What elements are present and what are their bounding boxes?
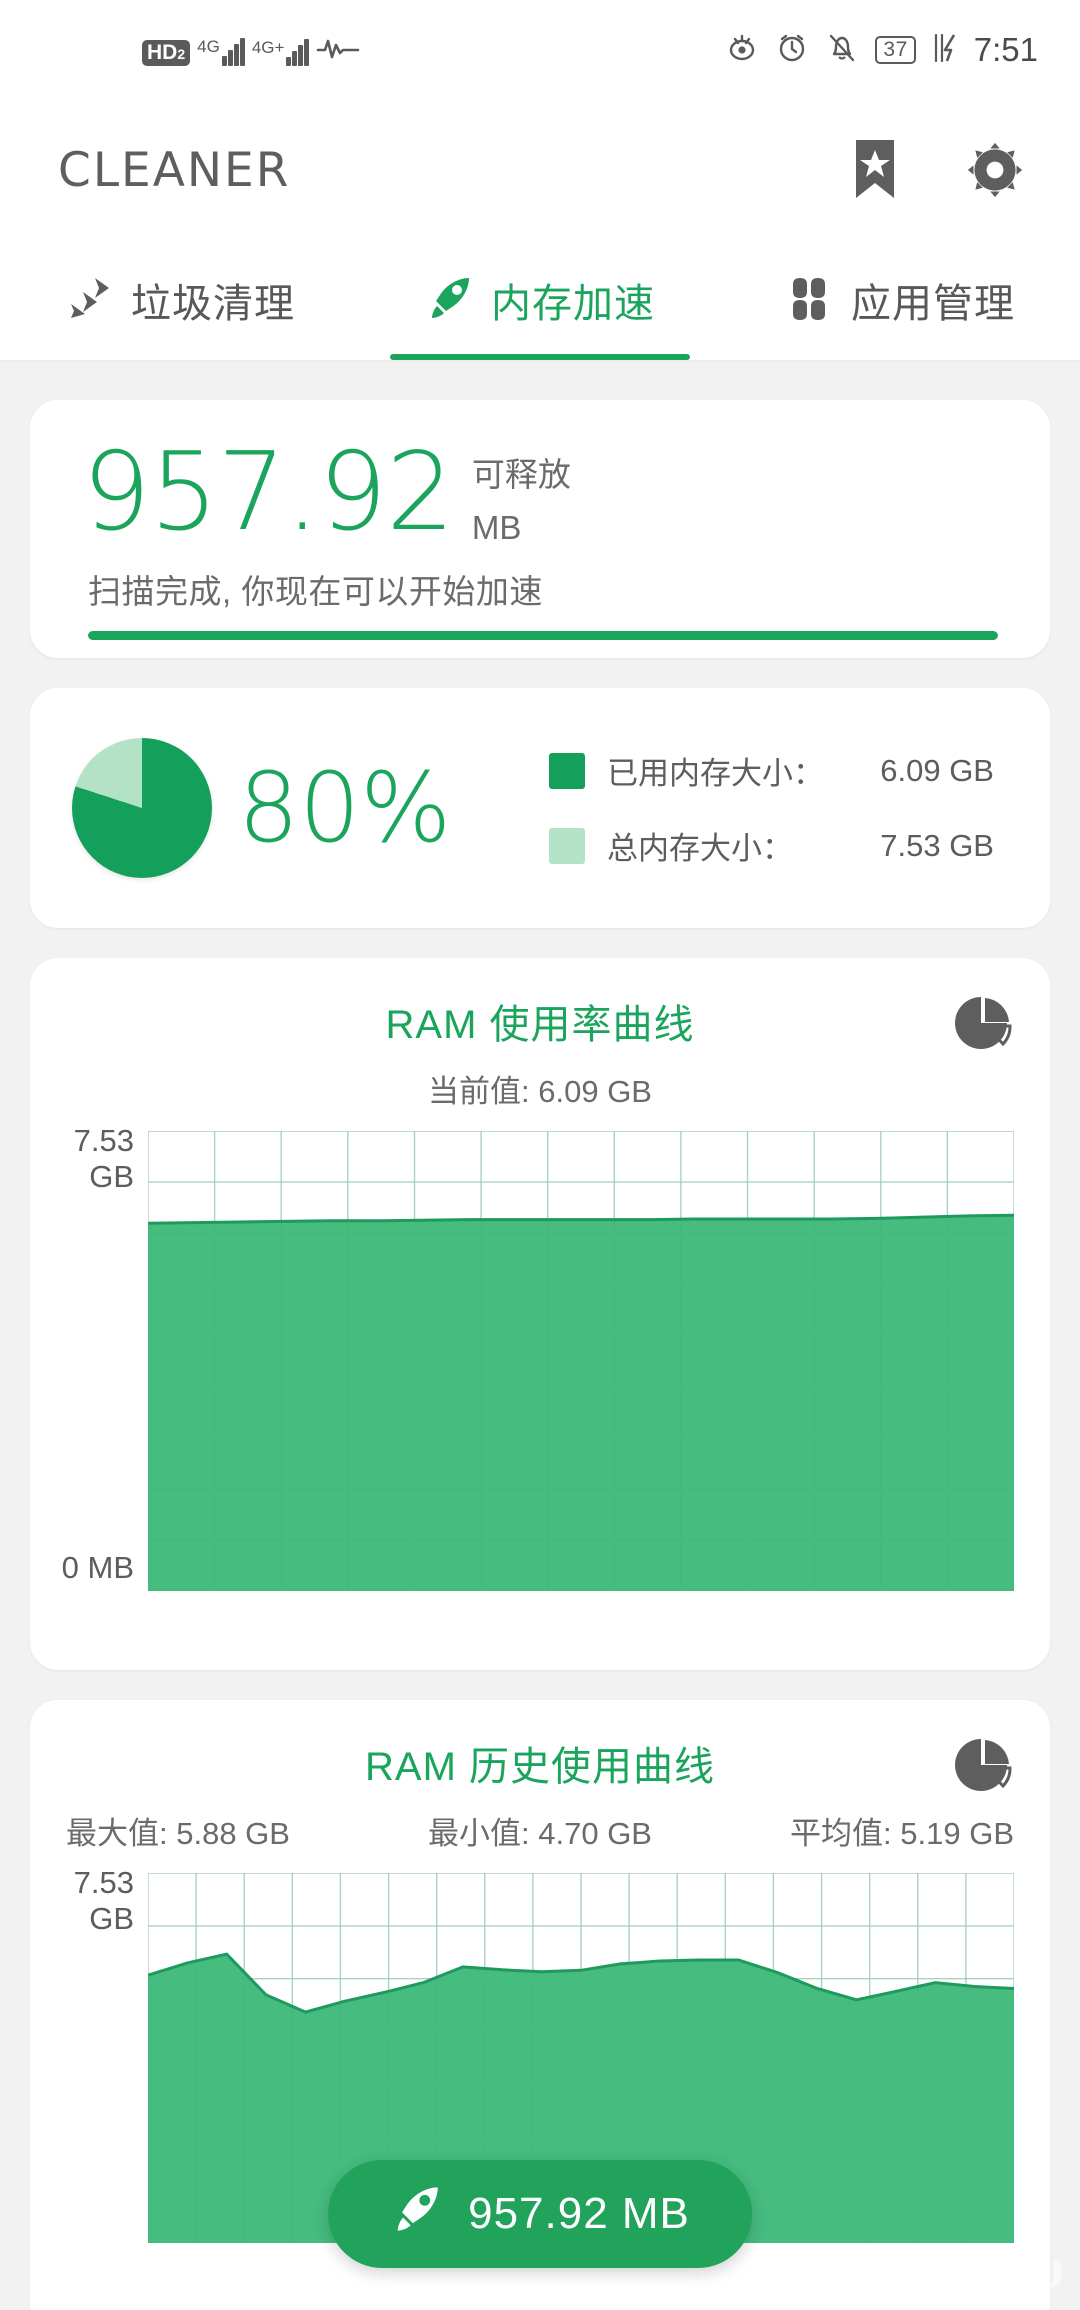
scan-status-text: 扫描完成, 你现在可以开始加速 <box>88 573 543 610</box>
ram-chart-plot <box>147 1130 1015 1596</box>
tab-label: 应用管理 <box>851 282 1015 326</box>
legend-row-used: 已用内存大小： 6.09 GB <box>549 748 994 793</box>
history-chart-stats: 最大值: 5.88 GB 最小值: 4.70 GB 平均值: 5.19 GB <box>30 1792 1050 1853</box>
ram-chart-body: 7.53 GB 0 MB <box>30 1123 1050 1596</box>
scan-progress-bar <box>88 631 998 640</box>
ram-chart-title: RAM 使用率曲线 <box>385 1003 695 1047</box>
legend-swatch-total <box>549 827 585 864</box>
waveform-icon <box>316 35 360 66</box>
ram-y-top-label: 7.53 GB <box>73 1123 134 1194</box>
rocket-icon <box>425 274 473 327</box>
memory-pie-chart <box>72 738 212 878</box>
scan-result-card: 957.92 可释放 MB 扫描完成, 你现在可以开始加速 <box>30 400 1050 658</box>
legend-row-total: 总内存大小： 7.53 GB <box>549 823 994 868</box>
status-bar-right: 37 7:51 <box>725 31 1038 70</box>
pie-chart-icon[interactable] <box>952 1734 1014 1801</box>
signal-4g-plus-icon: 4G+ <box>252 38 310 66</box>
boost-button-label: 957.92 MB <box>468 2189 690 2238</box>
releasable-label: 可释放 <box>471 456 571 493</box>
tab-junk-clean[interactable]: 垃圾清理 <box>0 240 360 360</box>
legend-label-used: 已用内存大小： <box>607 756 824 791</box>
app-bar-actions <box>846 140 1024 199</box>
memory-legend: 已用内存大小： 6.09 GB 总内存大小： 7.53 GB <box>549 748 994 868</box>
legend-swatch-used <box>549 752 585 789</box>
ram-y-bottom-label: 0 MB <box>61 1550 134 1585</box>
boost-button[interactable]: 957.92 MB <box>328 2160 752 2268</box>
history-chart-y-axis: 7.53 GB <box>30 1865 148 2248</box>
scan-progress-fill <box>88 631 998 640</box>
broom-icon <box>65 274 113 327</box>
ram-usage-chart-card: RAM 使用率曲线 当前值: 6.09 GB 7.53 GB 0 MB <box>30 958 1050 1670</box>
tab-app-management[interactable]: 应用管理 <box>720 240 1080 360</box>
gear-icon[interactable] <box>966 141 1024 199</box>
memory-usage-row: 80% 已用内存大小： 6.09 GB 总内存大小： 7.53 GB <box>30 688 1050 928</box>
watermark: UEBU <box>947 2255 1066 2296</box>
releasable-amount: 957.92 <box>82 430 455 555</box>
tab-label: 内存加速 <box>491 282 655 326</box>
hd-badge-icon: HD2 <box>142 39 191 66</box>
rocket-icon <box>390 2183 442 2246</box>
scan-units: 可释放 MB <box>472 442 571 547</box>
app-bar: CLEANER <box>0 100 1080 240</box>
status-bar-left: HD2 4G 4G+ <box>142 35 360 66</box>
history-stat-max: 最大值: 5.88 GB <box>66 1816 290 1851</box>
memory-usage-card: 80% 已用内存大小： 6.09 GB 总内存大小： 7.53 GB <box>30 688 1050 928</box>
ram-area-chart <box>147 1130 1015 1592</box>
status-bar: HD2 4G 4G+ 37 7:51 <box>0 0 1080 100</box>
history-chart-title: RAM 历史使用曲线 <box>365 1745 715 1789</box>
mute-bell-icon <box>825 31 859 70</box>
history-stat-min: 最小值: 4.70 GB <box>428 1816 652 1851</box>
status-clock: 7:51 <box>973 31 1038 68</box>
battery-icon: 37 <box>875 36 916 64</box>
ram-chart-subtitle: 当前值: 6.09 GB <box>428 1074 652 1109</box>
releasable-unit: MB <box>471 509 522 546</box>
alarm-icon <box>775 31 809 70</box>
bookmark-star-icon[interactable] <box>846 140 904 199</box>
legend-value-total: 7.53 GB <box>880 827 994 863</box>
tab-label: 垃圾清理 <box>131 282 295 326</box>
history-y-top-label: 7.53 GB <box>73 1865 134 1936</box>
memory-percent-label: 80% <box>238 752 452 864</box>
signal-4g-icon: 4G <box>197 37 245 66</box>
ram-chart-header: RAM 使用率曲线 当前值: 6.09 GB <box>30 958 1050 1111</box>
eye-care-icon <box>725 31 759 70</box>
charging-bolt-icon <box>932 31 958 70</box>
pie-chart-icon[interactable] <box>952 992 1014 1059</box>
history-chart-header: RAM 历史使用曲线 <box>30 1700 1050 1792</box>
app-screen: HD2 4G 4G+ 37 7:51 CLEANER 垃圾清理 内存加速 应用管… <box>0 0 1080 2310</box>
history-stat-avg: 平均值: 5.19 GB <box>790 1816 1014 1851</box>
ram-chart-y-axis: 7.53 GB 0 MB <box>30 1123 148 1596</box>
page-title: CLEANER <box>58 142 291 198</box>
tab-bar: 垃圾清理 内存加速 应用管理 <box>0 240 1080 362</box>
scan-amount-row: 957.92 可释放 MB <box>30 400 1050 547</box>
legend-label-total: 总内存大小： <box>607 831 793 866</box>
legend-value-used: 6.09 GB <box>880 752 994 788</box>
apps-grid-icon <box>785 274 833 327</box>
tab-memory-boost[interactable]: 内存加速 <box>360 240 720 360</box>
